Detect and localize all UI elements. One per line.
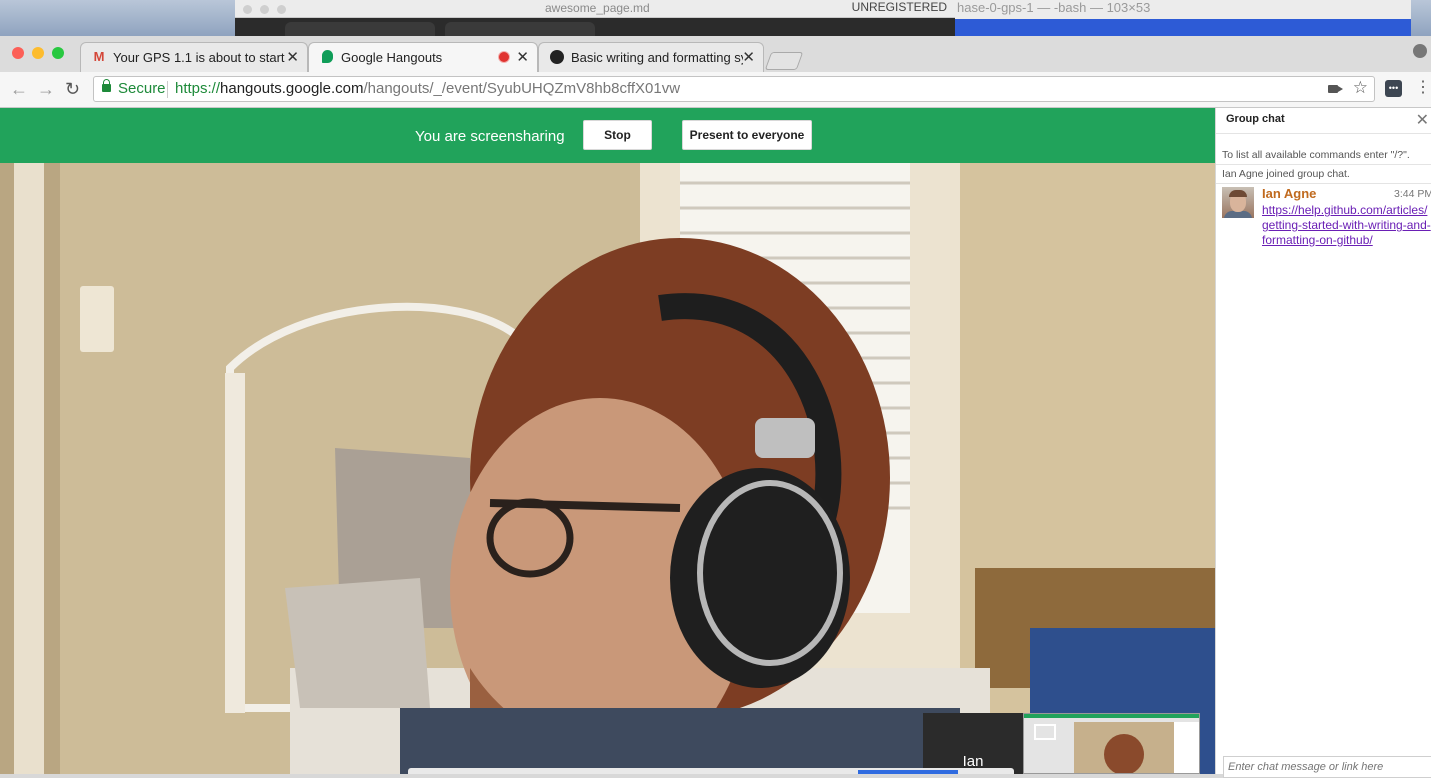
participant-tile[interactable]: Ian xyxy=(923,713,1023,774)
tab-title: Google Hangouts xyxy=(341,50,443,65)
address-bar[interactable]: Secure https://hangouts.google.com/hango… xyxy=(93,76,1375,102)
tab-gmail[interactable]: M Your GPS 1.1 is about to start! ✕ xyxy=(80,42,308,72)
message-timestamp: 3:44 PM xyxy=(1394,188,1431,200)
url-text[interactable]: https://hangouts.google.com/hangouts/_/e… xyxy=(175,80,680,97)
terminal-title: hase-0-gps-1 — -bash — 103×53 xyxy=(957,0,1151,15)
call-controls-bar[interactable] xyxy=(408,768,1014,774)
self-view-thumbnail[interactable] xyxy=(1023,713,1200,774)
recording-indicator-icon xyxy=(499,52,509,62)
present-to-everyone-button[interactable]: Present to everyone xyxy=(682,120,812,150)
editor-status: UNREGISTERED xyxy=(851,0,947,14)
main-video-feed xyxy=(0,108,1215,774)
share-screen-icon[interactable] xyxy=(1034,724,1056,740)
url-scheme: https:// xyxy=(175,80,221,97)
editor-titlebar: awesome_page.md UNREGISTERED xyxy=(235,0,955,18)
close-icon[interactable]: ✕ xyxy=(1416,110,1429,130)
url-host: hangouts.google.com xyxy=(220,80,364,97)
terminal-window: hase-0-gps-1 — -bash — 103×53 xyxy=(955,0,1411,36)
divider xyxy=(1216,133,1431,134)
tab-hangouts[interactable]: Google Hangouts ✕ xyxy=(308,42,538,72)
group-chat-panel: Group chat ✕ To list all available comma… xyxy=(1215,108,1431,778)
lock-icon xyxy=(102,79,111,92)
tab-title: Basic writing and formatting sy xyxy=(571,50,743,65)
screenshare-status: You are screensharing xyxy=(415,128,565,145)
browser-tabstrip: M Your GPS 1.1 is about to start! ✕ Goog… xyxy=(0,36,1431,72)
message-link[interactable]: https://help.github.com/articles/getting… xyxy=(1262,203,1431,248)
avatar xyxy=(1222,187,1254,218)
divider xyxy=(1216,164,1431,165)
new-tab-button[interactable] xyxy=(764,52,804,70)
editor-filename: awesome_page.md xyxy=(545,1,650,15)
address-divider xyxy=(167,81,168,98)
terminal-content xyxy=(955,19,1411,36)
zoom-window-button[interactable] xyxy=(52,47,64,59)
chat-title: Group chat xyxy=(1226,113,1285,125)
tab-title: Your GPS 1.1 is about to start! xyxy=(113,50,285,65)
divider xyxy=(1216,183,1431,184)
github-icon xyxy=(549,50,565,64)
bookmark-star-icon[interactable]: ☆ xyxy=(1353,78,1368,98)
screenshare-bar: You are screensharing Stop Present to ev… xyxy=(0,108,1215,163)
back-arrow-icon[interactable]: ← xyxy=(10,79,28,100)
tab-close-icon[interactable]: ✕ xyxy=(516,48,529,66)
tab-close-icon[interactable]: ✕ xyxy=(286,48,299,66)
extension-icon[interactable]: ••• xyxy=(1385,80,1402,97)
secure-label: Secure xyxy=(118,80,166,97)
tab-close-icon[interactable]: ✕ xyxy=(742,48,755,66)
editor-window-controls[interactable] xyxy=(243,3,294,17)
message-sender: Ian Agne xyxy=(1262,186,1317,201)
participant-video xyxy=(0,108,1215,774)
camera-icon[interactable] xyxy=(1328,85,1343,93)
browser-menu-icon[interactable]: ⋮ xyxy=(1415,78,1431,98)
stop-button[interactable]: Stop xyxy=(583,120,652,150)
close-window-button[interactable] xyxy=(12,47,24,59)
profile-icon[interactable] xyxy=(1413,44,1427,58)
forward-arrow-icon[interactable]: → xyxy=(37,79,55,100)
chat-input[interactable] xyxy=(1223,756,1431,778)
editor-window: awesome_page.md UNREGISTERED xyxy=(235,0,955,37)
browser-toolbar: ← → ↻ Secure https://hangouts.google.com… xyxy=(0,72,1431,108)
reload-icon[interactable]: ↻ xyxy=(65,79,80,100)
chat-hint: To list all available commands enter "/?… xyxy=(1222,149,1410,161)
gmail-icon: M xyxy=(93,49,105,64)
tab-github[interactable]: Basic writing and formatting sy ✕ xyxy=(538,42,764,72)
minimize-window-button[interactable] xyxy=(32,47,44,59)
chat-system-message: Ian Agne joined group chat. xyxy=(1222,168,1350,180)
hangouts-icon xyxy=(319,50,335,64)
url-path: /hangouts/_/event/SyubUHQZmV8hb8cffX01vw xyxy=(363,80,681,97)
